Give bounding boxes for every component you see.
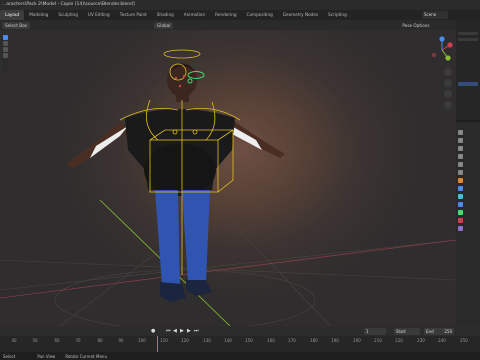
frame-tick: 240 <box>438 338 446 343</box>
tab-rendering[interactable]: Rendering <box>210 10 241 20</box>
tab-animation[interactable]: Animation <box>179 10 210 20</box>
viewport-header: Select Box Global Pose Options <box>0 20 456 30</box>
end-value: 250 <box>444 328 452 334</box>
start-label: Start <box>396 328 406 334</box>
step-forward-icon[interactable]: ▶ <box>187 328 191 334</box>
modifier-props-icon[interactable] <box>458 186 463 191</box>
frame-tick: 120 <box>181 338 189 343</box>
gizmo-x-icon <box>447 42 453 48</box>
gizmo-z-icon <box>439 36 445 42</box>
outliner-panel[interactable] <box>456 20 480 120</box>
frame-tick: 40 <box>11 338 17 343</box>
window-title-bar: ...aracters\Pack 2\Model - Copie (14)\so… <box>0 0 480 10</box>
scene-selector[interactable]: Scene <box>422 11 448 19</box>
material-props-icon[interactable] <box>458 218 463 223</box>
jump-start-icon[interactable]: ⏮ <box>166 328 171 334</box>
current-frame-field[interactable]: 1 <box>364 327 386 335</box>
grid-icon[interactable] <box>444 101 452 109</box>
frame-tick: 60 <box>54 338 60 343</box>
scale-tool-icon[interactable] <box>3 53 8 58</box>
record-icon[interactable]: ● <box>151 328 155 334</box>
tab-modeling[interactable]: Modeling <box>24 10 53 20</box>
x-axis-line <box>0 239 456 299</box>
step-back-icon[interactable]: ◀ <box>173 328 177 334</box>
scene-label: Scene <box>424 12 437 17</box>
end-frame-field[interactable]: End 250 <box>424 327 454 335</box>
frame-tick: 140 <box>224 338 232 343</box>
frame-tick: 200 <box>353 338 361 343</box>
end-label: End <box>426 328 434 334</box>
zoom-icon[interactable] <box>444 68 452 76</box>
tool-shelf <box>2 34 9 74</box>
frame-tick: 100 <box>138 338 146 343</box>
output-props-icon[interactable] <box>458 146 463 151</box>
tab-compositing[interactable]: Compositing <box>242 10 278 20</box>
view-layer-props-icon[interactable] <box>458 154 463 159</box>
frame-tick: 170 <box>288 338 296 343</box>
pose-options-label: Pose Options <box>402 22 430 28</box>
play-icon[interactable]: ▶ <box>180 328 184 334</box>
frame-tick: 180 <box>310 338 318 343</box>
status-rotate-menu: Rotate Current Menu <box>65 353 107 359</box>
select-box-label: Select Box <box>5 22 28 28</box>
status-bar: Select Pan View Rotate Current Menu <box>0 352 480 360</box>
particles-props-icon[interactable] <box>458 194 463 199</box>
frame-tick: 160 <box>267 338 275 343</box>
status-select: Select <box>3 353 16 359</box>
workspace-tabs: Layout Modeling Sculpting UV Editing Tex… <box>0 10 480 20</box>
3d-viewport[interactable] <box>0 30 456 326</box>
tab-texture-paint[interactable]: Texture Paint <box>115 10 152 20</box>
rotate-tool-icon[interactable] <box>3 47 8 52</box>
frame-tick: 70 <box>75 338 81 343</box>
properties-panel[interactable] <box>456 122 480 326</box>
frame-tick: 130 <box>203 338 211 343</box>
gizmo-y-icon <box>445 55 451 61</box>
tab-geometry-nodes[interactable]: Geometry Nodes <box>278 10 323 20</box>
pose-options-menu[interactable]: Pose Options <box>402 23 429 28</box>
window-title: ...aracters\Pack 2\Model - Copie (14)\so… <box>2 2 135 7</box>
data-props-icon[interactable] <box>458 226 463 231</box>
halo-bone <box>163 49 201 59</box>
object-props-icon[interactable] <box>458 178 463 183</box>
start-frame-field[interactable]: Start <box>394 327 420 335</box>
frame-tick: 210 <box>374 338 382 343</box>
tab-scripting[interactable]: Scripting <box>323 10 352 20</box>
frame-tick: 110 <box>160 338 168 343</box>
cursor-icon[interactable] <box>3 35 8 40</box>
bone-props-icon[interactable] <box>458 210 463 215</box>
navigation-gizmo[interactable] <box>430 36 454 66</box>
physics-props-icon[interactable] <box>458 202 463 207</box>
status-pan-view: Pan View <box>37 353 56 359</box>
move-tool-icon[interactable] <box>3 41 8 46</box>
frame-tick: 250 <box>460 338 468 343</box>
tab-sculpting[interactable]: Sculpting <box>53 10 83 20</box>
frame-tick: 190 <box>331 338 339 343</box>
scene-props-icon[interactable] <box>458 162 463 167</box>
tab-shading[interactable]: Shading <box>152 10 179 20</box>
viewport-scene <box>0 49 456 326</box>
jump-end-icon[interactable]: ⏭ <box>194 328 199 334</box>
frame-tick: 150 <box>245 338 253 343</box>
frame-tick: 90 <box>118 338 124 343</box>
render-props-icon[interactable] <box>458 138 463 143</box>
frame-tick: 50 <box>32 338 38 343</box>
frame-tick: 230 <box>417 338 425 343</box>
frame-tick: 80 <box>97 338 103 343</box>
world-props-icon[interactable] <box>458 170 463 175</box>
playhead[interactable] <box>157 336 158 352</box>
select-box-tool[interactable]: Select Box <box>2 21 31 29</box>
tool-props-icon[interactable] <box>458 130 463 135</box>
hand-icon[interactable] <box>444 79 452 87</box>
tab-layout[interactable]: Layout <box>0 10 25 20</box>
frame-tick: 220 <box>395 338 403 343</box>
timeline-header: ● ⏮ ◀ ▶ ▶ ⏭ 1 Start End 250 <box>0 326 480 336</box>
transform-orientation-label: Global <box>157 22 171 28</box>
camera-icon[interactable] <box>444 90 452 98</box>
tab-uv-editing[interactable]: UV Editing <box>83 10 115 20</box>
floor-grid <box>0 219 456 326</box>
timeline-track[interactable]: 40 50 60 70 80 90 100 110 120 130 140 15… <box>0 336 480 352</box>
transform-orientation-dropdown[interactable]: Global <box>154 21 174 29</box>
